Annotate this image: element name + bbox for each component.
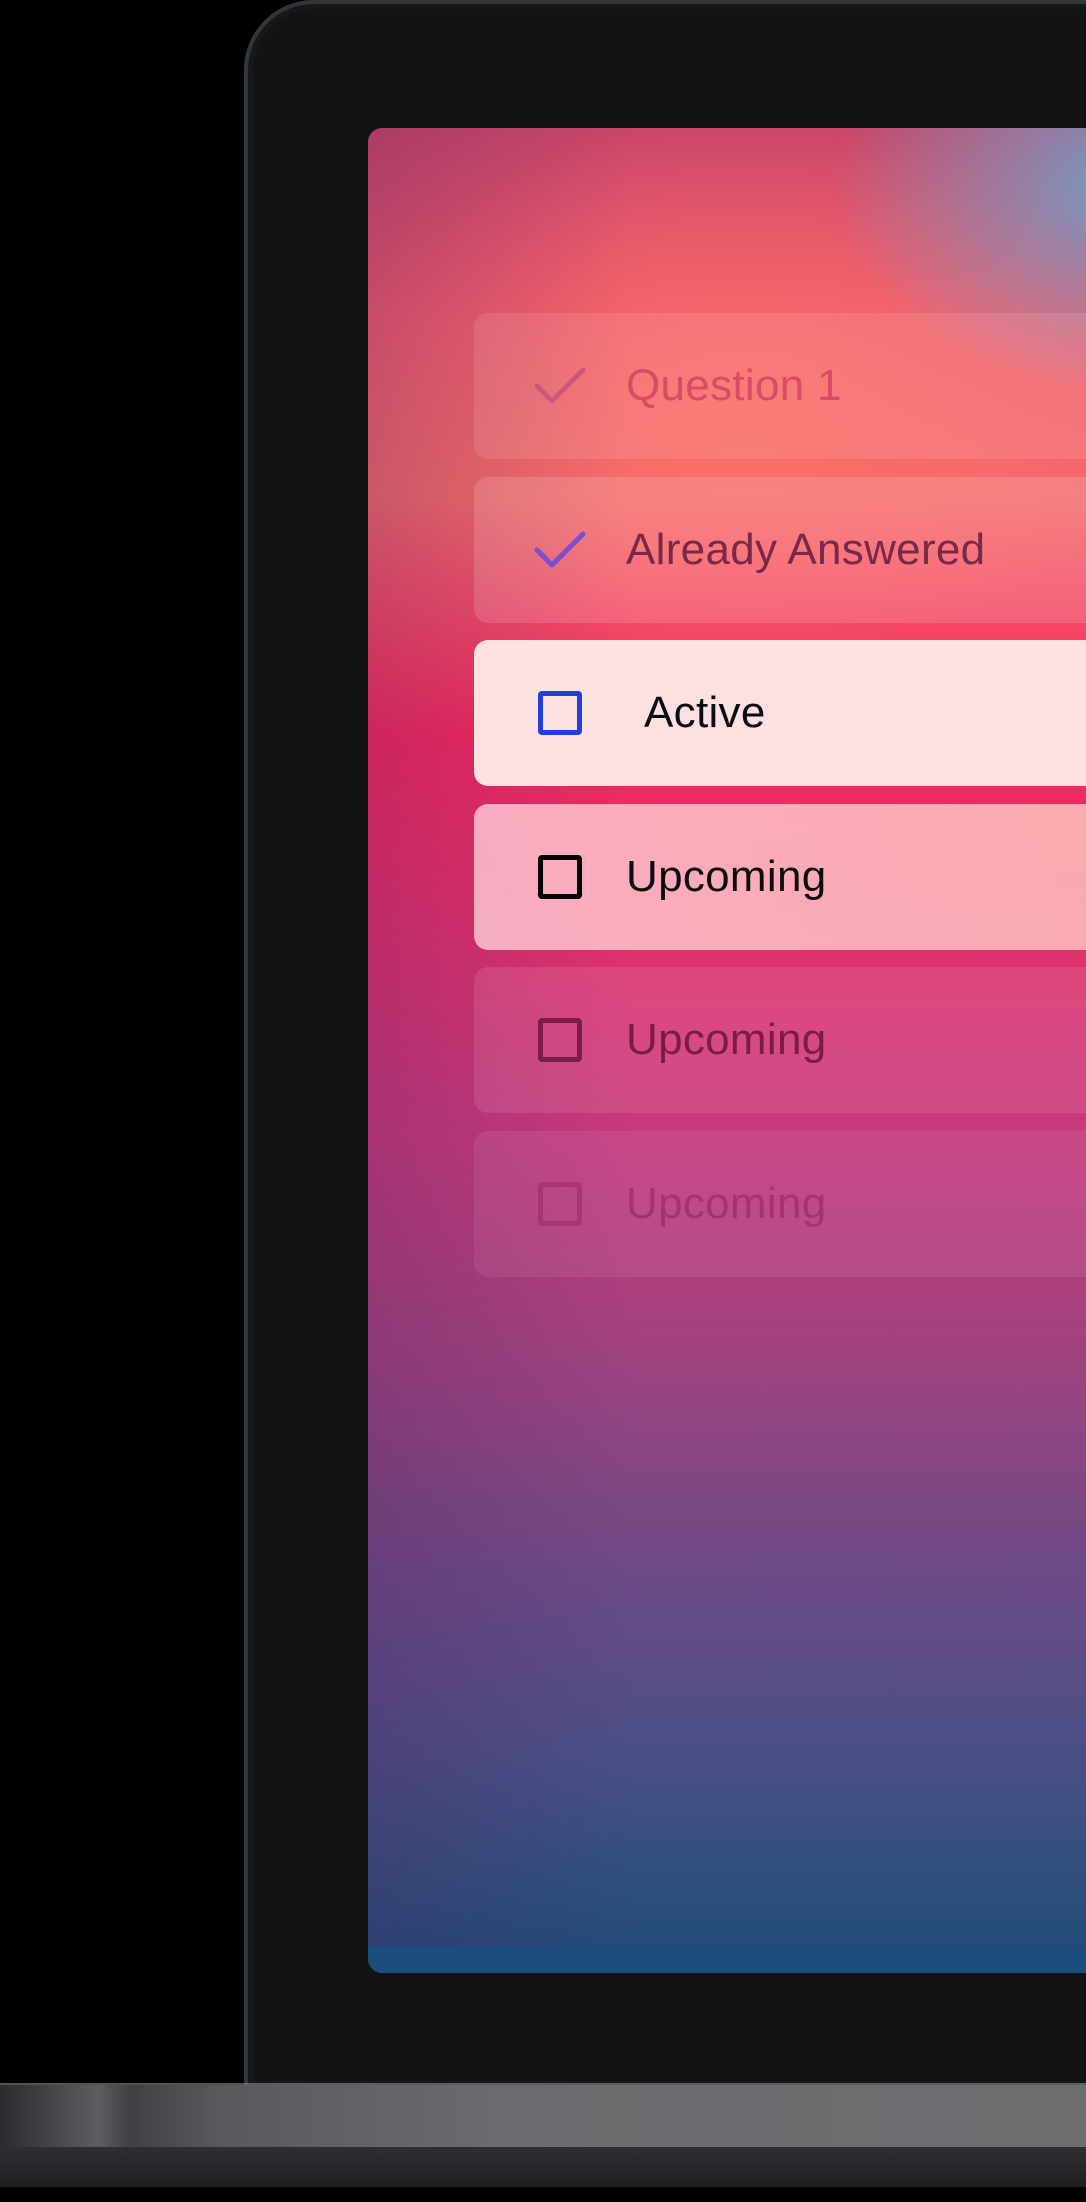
question-item-2[interactable]: Already Answered <box>474 477 1086 623</box>
question-item-label: Question 1 <box>626 361 842 410</box>
checkbox-outline <box>538 1018 582 1062</box>
checkbox-outline <box>538 691 582 735</box>
question-item-label: Upcoming <box>626 1015 827 1064</box>
question-item-4[interactable]: Upcoming <box>474 804 1086 950</box>
laptop-base-lower <box>0 2147 1086 2187</box>
laptop-foot <box>0 2187 1086 2202</box>
laptop-screen: Question 1 Already Answered Active Upcom… <box>368 128 1086 1973</box>
checkbox-icon[interactable] <box>534 1014 586 1066</box>
question-item-3-active[interactable]: Active <box>474 640 1086 786</box>
checkbox-outline <box>538 855 582 899</box>
question-item-label: Upcoming <box>626 852 827 901</box>
question-item-5[interactable]: Upcoming <box>474 967 1086 1113</box>
laptop-base <box>0 2085 1086 2147</box>
checkbox-outline <box>538 1182 582 1226</box>
laptop-mockup: Question 1 Already Answered Active Upcom… <box>0 0 1086 2202</box>
checkbox-icon[interactable] <box>534 687 586 739</box>
check-icon <box>534 524 586 576</box>
checkbox-icon[interactable] <box>534 1178 586 1230</box>
question-item-label: Active <box>644 688 766 737</box>
checkbox-icon[interactable] <box>534 851 586 903</box>
question-item-6[interactable]: Upcoming <box>474 1131 1086 1277</box>
screen-bottom-edge <box>368 1947 1086 1973</box>
question-item-label: Already Answered <box>626 525 986 574</box>
question-item-1[interactable]: Question 1 <box>474 313 1086 459</box>
check-icon <box>534 360 586 412</box>
question-item-label: Upcoming <box>626 1179 827 1228</box>
